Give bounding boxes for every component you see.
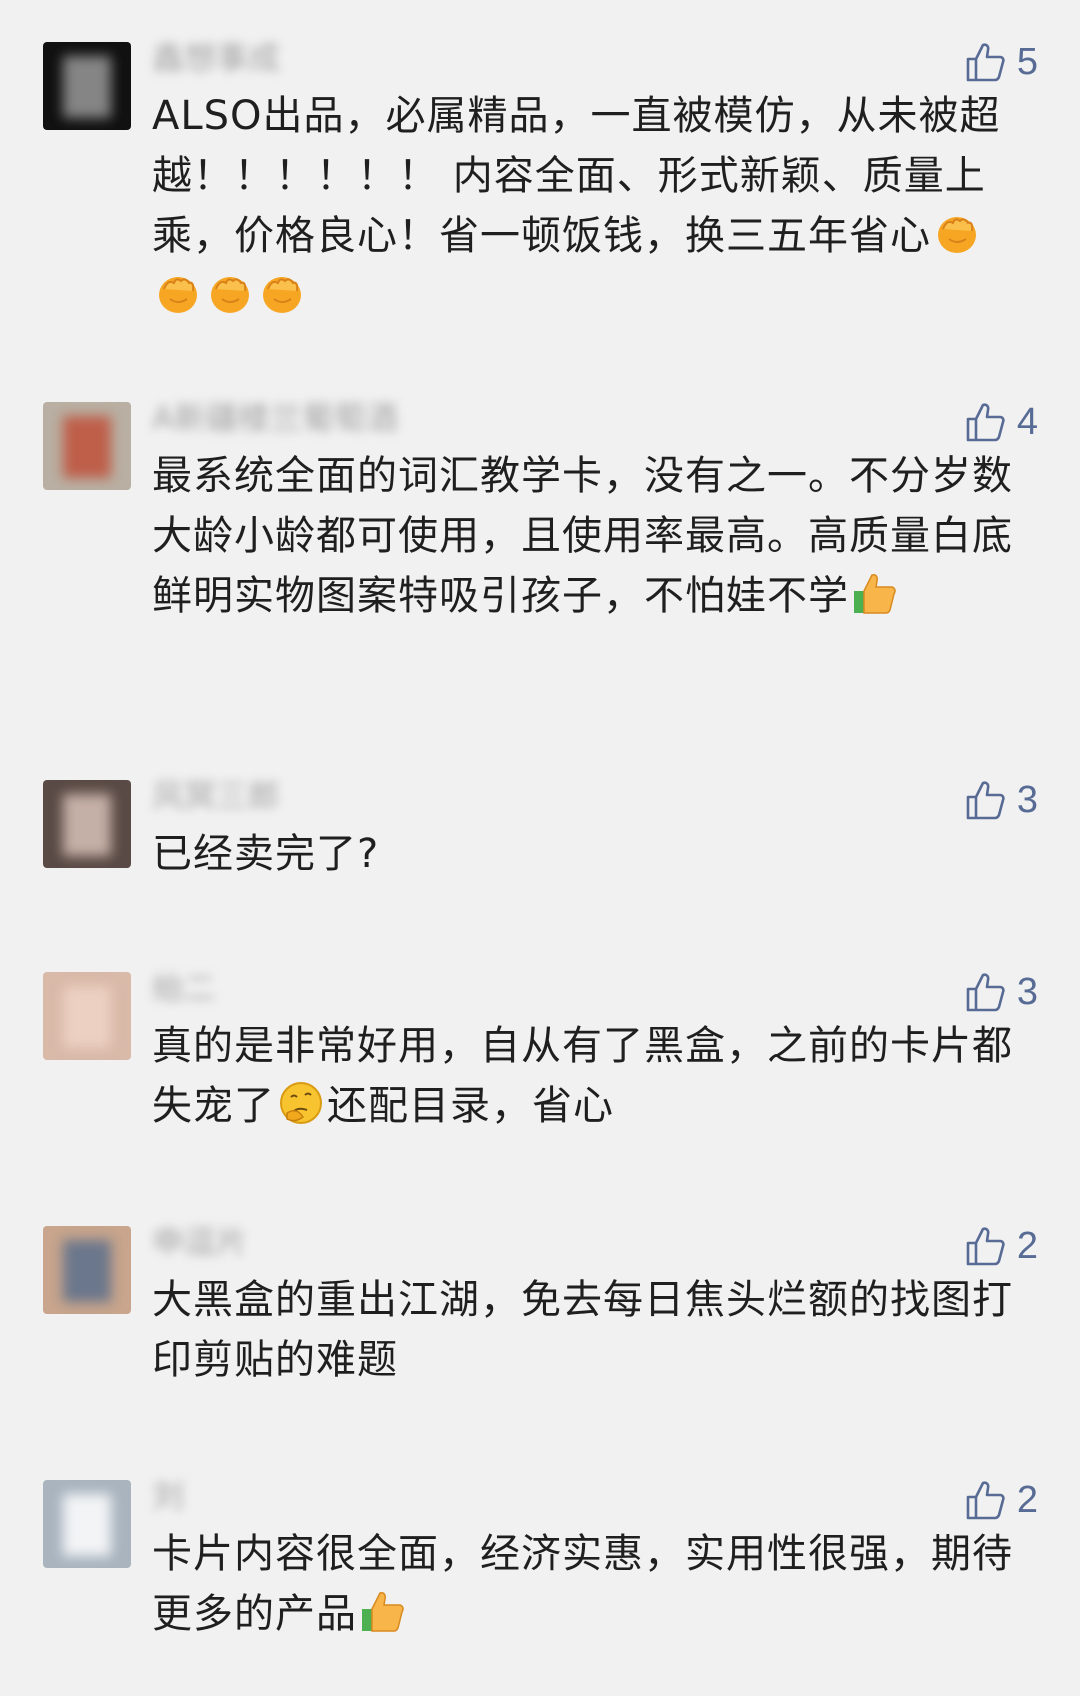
thinking-face-emoji	[277, 1079, 325, 1127]
comment-nickname[interactable]: 鑫想事成	[152, 38, 280, 78]
comment-text: 已经卖完了?	[152, 824, 1032, 884]
like-count: 5	[1016, 41, 1038, 83]
thumbs-up-outline-icon	[963, 1478, 1007, 1522]
like-count: 2	[1016, 1225, 1038, 1267]
comment-nickname[interactable]: 申逗片	[152, 1222, 248, 1262]
like-button[interactable]: 4	[963, 394, 1038, 450]
comment-text: 最系统全面的词汇教学卡，没有之一。不分岁数大龄小龄都可使用，且使用率最高。高质量…	[152, 446, 1032, 626]
comment-text-body: 卡片内容很全面，经济实惠，实用性很强，期待更多的产品	[152, 1531, 1013, 1637]
fist-emoji	[258, 269, 306, 317]
like-count: 3	[1016, 971, 1038, 1013]
comment-nickname[interactable]: A新疆楼兰葡萄酒	[152, 398, 398, 438]
like-count: 2	[1016, 1479, 1038, 1521]
thumbs-up-outline-icon	[963, 1224, 1007, 1268]
comment-text-body: 已经卖完了?	[152, 831, 380, 877]
avatar[interactable]	[43, 1480, 131, 1568]
comment-text-body: ALSO出品，必属精品，一直被模仿，从未被超越！！！！！！ 内容全面、形式新颖、…	[152, 93, 1001, 259]
thumbs-up-emoji	[851, 569, 899, 617]
like-button[interactable]: 3	[963, 772, 1038, 828]
comment-text-body: 大黑盒的重出江湖，免去每日焦头烂额的找图打印剪贴的难题	[152, 1277, 1013, 1383]
thumbs-up-outline-icon	[963, 40, 1007, 84]
like-button[interactable]: 5	[963, 34, 1038, 90]
fist-emoji	[154, 269, 202, 317]
thumbs-up-outline-icon	[963, 400, 1007, 444]
avatar[interactable]	[43, 780, 131, 868]
thumbs-up-emoji	[359, 1587, 407, 1635]
avatar[interactable]	[43, 1226, 131, 1314]
like-count: 4	[1016, 401, 1038, 443]
comment-nickname[interactable]: 刘	[152, 1476, 184, 1516]
comment-text: 大黑盒的重出江湖，免去每日焦头烂额的找图打印剪贴的难题	[152, 1270, 1032, 1390]
comment-text-after: 还配目录，省心	[327, 1083, 614, 1129]
thumbs-up-outline-icon	[963, 778, 1007, 822]
like-count: 3	[1016, 779, 1038, 821]
like-button[interactable]: 2	[963, 1218, 1038, 1274]
fist-emoji	[206, 269, 254, 317]
fist-emoji	[933, 209, 981, 257]
like-button[interactable]: 2	[963, 1472, 1038, 1528]
avatar[interactable]	[43, 402, 131, 490]
avatar[interactable]	[43, 972, 131, 1060]
comment-nickname[interactable]: 绐二	[152, 968, 216, 1008]
thumbs-up-outline-icon	[963, 970, 1007, 1014]
comment-text: 卡片内容很全面，经济实惠，实用性很强，期待更多的产品	[152, 1524, 1032, 1644]
comment-text: ALSO出品，必属精品，一直被模仿，从未被超越！！！！！！ 内容全面、形式新颖、…	[152, 86, 1032, 326]
comment-nickname[interactable]: 风冥三郎	[152, 776, 280, 816]
like-button[interactable]: 3	[963, 964, 1038, 1020]
avatar[interactable]	[43, 42, 131, 130]
comment-text: 真的是非常好用，自从有了黑盒，之前的卡片都失宠了 还配目录，省心	[152, 1016, 1032, 1136]
